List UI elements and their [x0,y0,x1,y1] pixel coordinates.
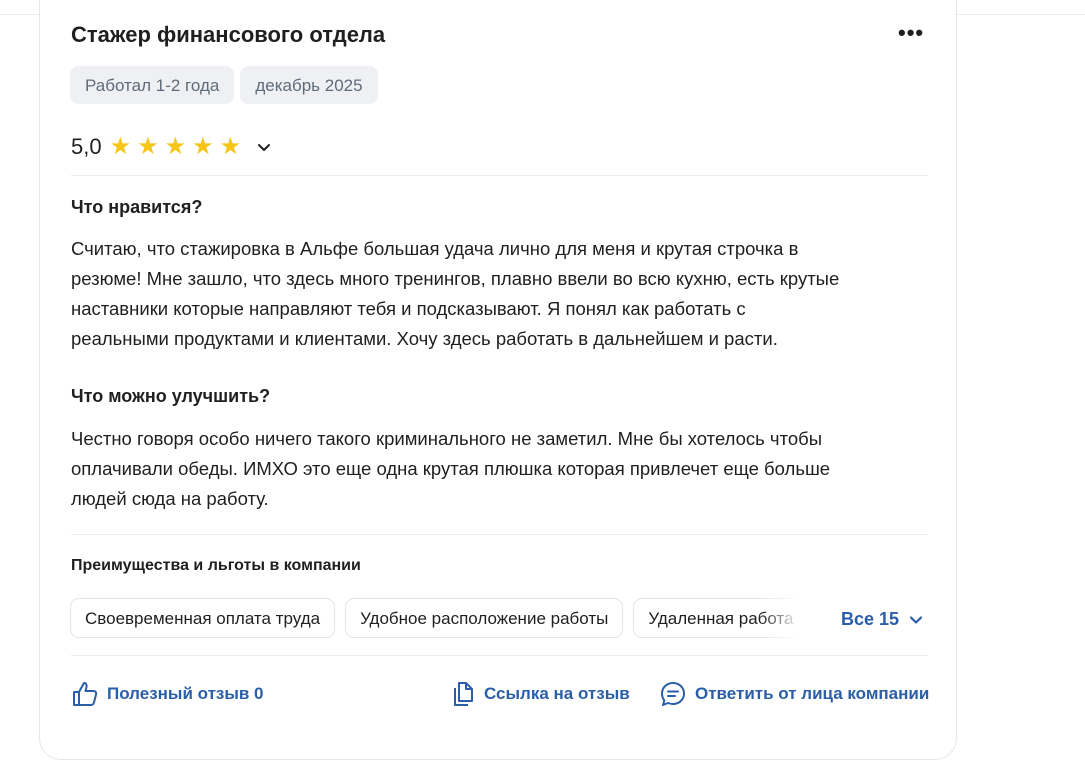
divider [71,175,928,176]
comment-icon [661,682,685,706]
review-link-button[interactable]: Ссылка на отзыв [450,680,630,708]
chevron-down-icon [909,615,923,624]
star-icon: ★ [164,133,187,160]
improve-heading: Что можно улучшить? [71,386,271,406]
tag-date: декабрь 2025 [240,66,378,104]
improve-line: оплачивали обеды. ИМХО это еще одна крут… [71,458,831,479]
likes-line: резюме! Мне зашло, что здесь много трени… [71,268,840,289]
perk-chip[interactable]: Своевременная оплата труда [70,598,336,638]
review-tags: Работал 1-2 года декабрь 2025 [70,66,378,104]
review-title: Стажер финансового отдела [71,22,386,47]
copy-link-icon [454,682,473,706]
helpful-label: Полезный отзыв 0 [107,684,264,703]
show-all-label: Все 15 [841,609,900,629]
reply-as-company-button[interactable]: Ответить от лица компании [659,680,929,708]
rating-value: 5,0 [71,134,102,159]
rating-chevron-down-icon[interactable] [255,138,273,156]
divider [71,534,928,535]
chips-fade [760,598,800,638]
likes-heading: Что нравится? [71,197,203,217]
improve-line: Честно говоря особо ничего такого кримин… [71,428,823,449]
reply-label: Ответить от лица компании [695,684,930,703]
review-link-label: Ссылка на отзыв [484,684,630,703]
helpful-button[interactable]: Полезный отзыв 0 [71,680,264,708]
likes-line: наставники которые направляют тебя и под… [71,298,746,319]
improve-line: людей сюда на работу. [71,488,269,509]
show-all-perks-button[interactable]: Все 15 [841,609,923,630]
perk-chip[interactable]: Удобное расположение работы [345,598,624,638]
more-options-icon[interactable]: ••• [898,22,924,44]
improve-text: Честно говоря особо ничего такого кримин… [71,424,941,514]
star-icon: ★ [109,133,132,160]
rating: 5,0 ★ ★ ★ ★ ★ [71,133,273,161]
likes-text: Считаю, что стажировка в Альфе большая у… [71,234,941,354]
perks-chips: Своевременная оплата труда Удобное распол… [70,598,794,638]
review-card [39,0,957,760]
perks-heading: Преимущества и льготы в компании [71,557,361,574]
thumbs-up-icon [73,682,98,706]
tag-experience: Работал 1-2 года [70,66,235,104]
star-icon: ★ [137,133,159,160]
star-icon: ★ [192,133,214,160]
divider [71,655,928,656]
likes-line: Считаю, что стажировка в Альфе большая у… [71,238,799,259]
likes-line: реальными продуктами и клиентами. Хочу з… [71,328,778,349]
star-icon: ★ [219,133,242,160]
